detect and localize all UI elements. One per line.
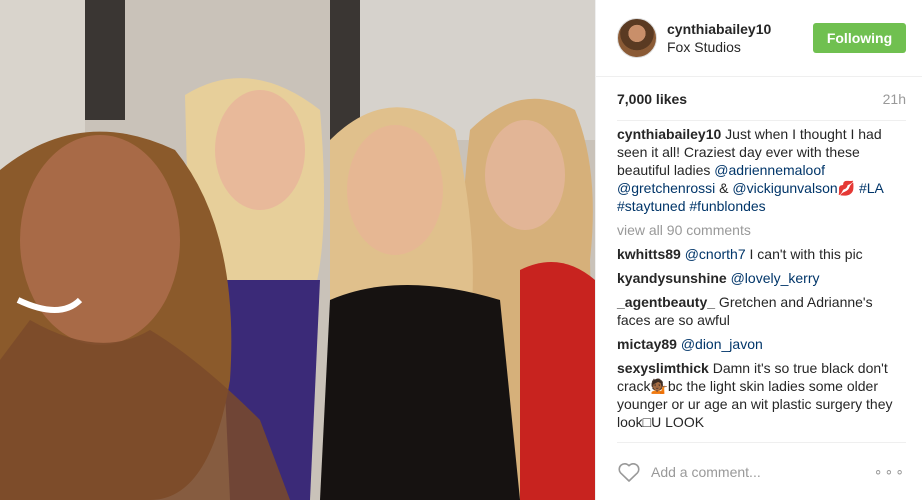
- kiss-emoji: 💋: [837, 180, 856, 196]
- comment-item: mictay89 @dion_javon: [617, 335, 906, 353]
- post-location[interactable]: Fox Studios: [667, 38, 813, 56]
- comment-item: _agentbeauty_ Gretchen and Adrianne's fa…: [617, 293, 906, 329]
- likes-count[interactable]: 7,000 likes: [617, 91, 687, 107]
- post-time[interactable]: 21h: [883, 91, 906, 107]
- hashtag-link[interactable]: #LA: [859, 180, 883, 196]
- add-comment-input[interactable]: [651, 463, 874, 480]
- selfie-illustration: [0, 0, 595, 500]
- comment-text: I can't with this pic: [745, 246, 863, 262]
- caption-text: &: [715, 180, 733, 196]
- comment-item: kwhitts89 @cnorth7 I can't with this pic: [617, 245, 906, 263]
- more-options-icon[interactable]: ∘∘∘: [874, 463, 906, 480]
- post-photo[interactable]: [0, 0, 595, 500]
- comments-list[interactable]: cynthiabailey10 Just when I thought I ha…: [596, 121, 922, 437]
- mention-link[interactable]: @gretchenrossi: [617, 180, 715, 196]
- heart-outline-icon[interactable]: [617, 461, 641, 483]
- comment-username[interactable]: _agentbeauty_: [617, 294, 715, 310]
- post-side-panel: cynthiabailey10 Fox Studios Following 7,…: [595, 0, 922, 500]
- mention-link[interactable]: @vickigunvalson: [732, 180, 837, 196]
- hashtag-link[interactable]: #funblondes: [689, 198, 765, 214]
- post-header: cynthiabailey10 Fox Studios Following: [596, 0, 922, 77]
- comment-username[interactable]: mictay89: [617, 336, 677, 352]
- poster-username[interactable]: cynthiabailey10: [667, 20, 813, 38]
- hashtag-link[interactable]: #staytuned: [617, 198, 686, 214]
- mention-link[interactable]: @dion_javon: [681, 336, 763, 352]
- caption-username[interactable]: cynthiabailey10: [617, 126, 721, 142]
- avatar[interactable]: [617, 18, 657, 58]
- comment-username[interactable]: kwhitts89: [617, 246, 681, 262]
- mention-link[interactable]: @lovely_kerry: [731, 270, 820, 286]
- comment-item: kyandysunshine @lovely_kerry: [617, 269, 906, 287]
- view-all-comments-link[interactable]: view all 90 comments: [617, 221, 906, 239]
- mention-link[interactable]: @cnorth7: [685, 246, 746, 262]
- comment-username[interactable]: kyandysunshine: [617, 270, 727, 286]
- post-stats: 7,000 likes 21h: [617, 77, 906, 121]
- caption: cynthiabailey10 Just when I thought I ha…: [617, 125, 906, 215]
- poster-info: cynthiabailey10 Fox Studios: [667, 20, 813, 56]
- mention-link[interactable]: @adriennemaloof: [714, 162, 825, 178]
- comment-username[interactable]: sexyslimthick: [617, 360, 709, 376]
- comment-item: sexyslimthick Damn it's so true black do…: [617, 359, 906, 431]
- post-view: cynthiabailey10 Fox Studios Following 7,…: [0, 0, 922, 500]
- comment-bar: ∘∘∘: [617, 442, 906, 500]
- following-button[interactable]: Following: [813, 23, 906, 53]
